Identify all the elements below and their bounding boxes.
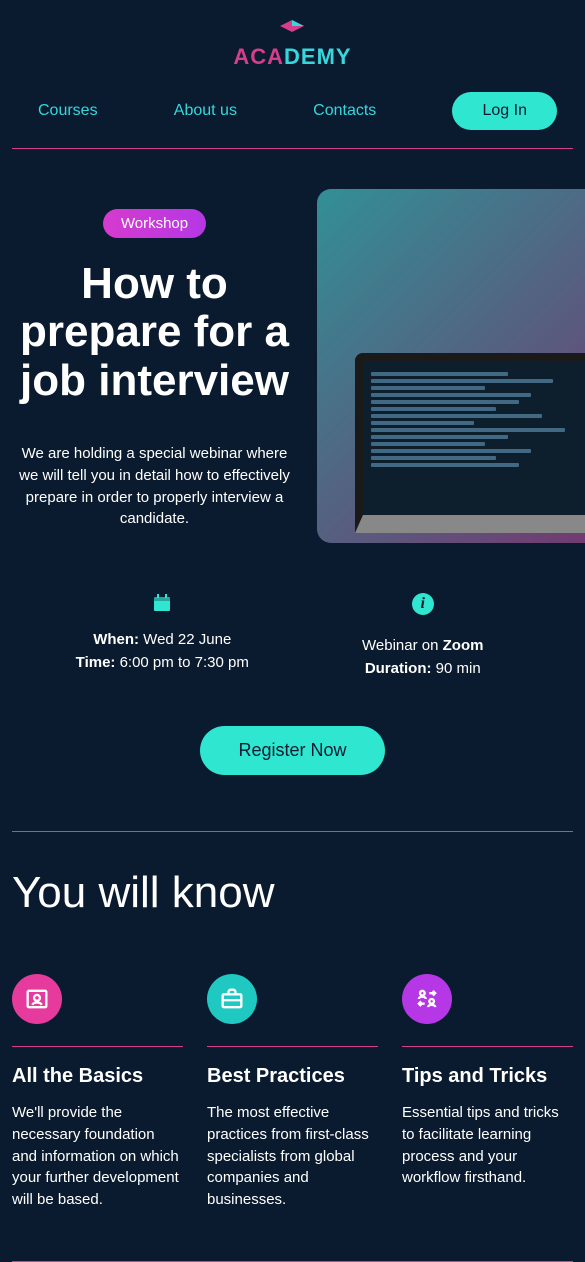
info-when: When: Wed 22 June Time: 6:00 pm to 7:30 … [32,593,293,680]
know-col-best: Best Practices The most effective practi… [207,974,378,1211]
hero-title: How to prepare for a job interview [12,260,297,405]
laptop-illustration [355,353,585,533]
register-wrap: Register Now [12,710,573,831]
know-heading: Tips and Tricks [402,1065,573,1088]
know-divider [207,1046,378,1047]
know-text: Essential tips and tricks to facilitate … [402,1102,573,1189]
platform-line: Webinar on Zoom [293,635,554,658]
nav-contacts[interactable]: Contacts [313,102,376,120]
briefcase-icon [207,974,257,1024]
login-button[interactable]: Log In [452,92,556,130]
hero-description: We are holding a special webinar where w… [12,443,297,530]
know-title: You will know [12,868,573,918]
nav-courses[interactable]: Courses [38,102,98,120]
info-row: When: Wed 22 June Time: 6:00 pm to 7:30 … [12,543,573,710]
register-button[interactable]: Register Now [200,726,384,775]
know-col-tips: Tips and Tricks Essential tips and trick… [402,974,573,1211]
duration-line: Duration: 90 min [293,658,554,681]
info-icon: i [293,593,554,625]
nav-about[interactable]: About us [174,102,237,120]
know-heading: Best Practices [207,1065,378,1088]
you-will-know-section: You will know All the Basics We'll provi… [12,832,573,1211]
tips-icon [402,974,452,1024]
time-line: Time: 6:00 pm to 7:30 pm [32,652,293,675]
know-divider [12,1046,183,1047]
info-platform: i Webinar on Zoom Duration: 90 min [293,593,554,680]
basics-icon [12,974,62,1024]
know-text: We'll provide the necessary foundation a… [12,1102,183,1211]
logo-area: ACADEMY [0,0,585,80]
know-divider [402,1046,573,1047]
hero-image [317,189,585,543]
graduation-cap-icon [278,18,306,42]
know-grid: All the Basics We'll provide the necessa… [12,974,573,1211]
know-text: The most effective practices from first-… [207,1102,378,1211]
logo-text: ACADEMY [233,44,351,70]
when-line: When: Wed 22 June [32,629,293,652]
main-nav: Courses About us Contacts Log In [0,80,585,148]
workshop-badge: Workshop [103,209,206,238]
know-heading: All the Basics [12,1065,183,1088]
calendar-icon [32,593,293,619]
logo: ACADEMY [233,18,351,70]
hero-section: Workshop How to prepare for a job interv… [12,149,573,543]
know-col-basics: All the Basics We'll provide the necessa… [12,974,183,1211]
